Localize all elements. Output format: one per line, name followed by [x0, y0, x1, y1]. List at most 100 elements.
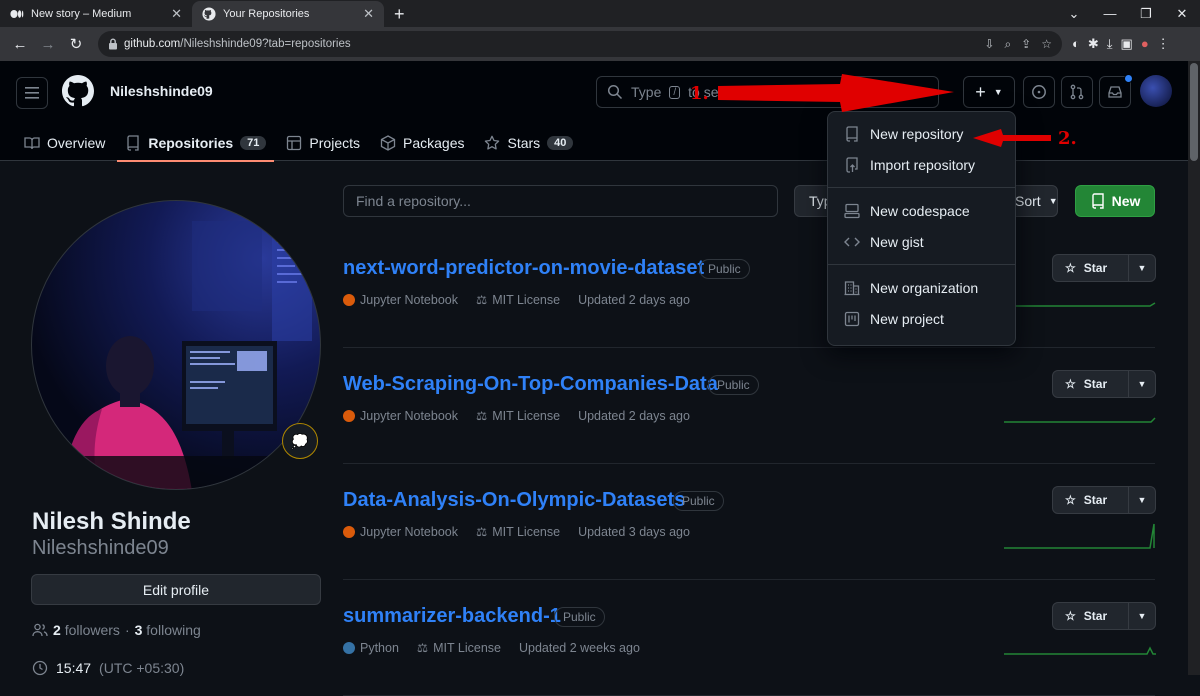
reload-icon[interactable]: ↻ [64, 32, 88, 56]
annotation-arrow-2 [973, 129, 1051, 147]
tab-search-icon[interactable]: ⌄ [1056, 6, 1092, 22]
hamburger-menu-button[interactable] [16, 77, 48, 109]
forward-icon[interactable]: → [36, 32, 60, 56]
restore-icon[interactable]: ❐ [1128, 6, 1164, 22]
star-list-dropdown[interactable]: ▼ [1129, 611, 1155, 621]
repo-name-link[interactable]: Data-Analysis-On-Olympic-Datasets [343, 489, 685, 512]
puzzle-icon[interactable]: ✱ [1088, 36, 1099, 52]
user-avatar[interactable] [1140, 75, 1172, 107]
browser-tab-repositories[interactable]: Your Repositories ✕ [192, 1, 384, 27]
tab-repositories[interactable]: Repositories 71 [117, 124, 275, 162]
repo-count-badge: 71 [240, 135, 267, 150]
visibility-badge: Public [708, 375, 759, 395]
license-name: MIT License [492, 292, 561, 307]
zoom-icon[interactable]: ⌕ [1004, 37, 1011, 52]
profile-full-name: Nilesh Shinde [32, 508, 191, 535]
star-list-dropdown[interactable]: ▼ [1129, 263, 1155, 273]
close-window-icon[interactable]: ✕ [1164, 6, 1200, 22]
tab-title: New story – Medium [31, 8, 132, 20]
share-icon[interactable]: ⇪ [1021, 37, 1031, 52]
sort-label: Sort [1015, 193, 1041, 209]
create-new-button[interactable]: + ▼ [963, 76, 1015, 108]
profile-avatar[interactable] [31, 200, 321, 490]
repo-list-item: Web-Scraping-On-Top-Companies-Data Publi… [343, 348, 1156, 464]
new-repository-button[interactable]: New [1075, 185, 1155, 217]
close-tab-icon[interactable]: ✕ [363, 6, 374, 22]
star-icon [485, 135, 500, 150]
license-name: MIT License [492, 524, 561, 539]
browser-toolbar: ← → ↻ github.com/Nileshshinde09?tab=repo… [0, 27, 1200, 61]
pull-requests-button[interactable] [1061, 76, 1093, 108]
menu-item-new-gist[interactable]: New gist [828, 226, 1015, 257]
repo-name-link[interactable]: next-word-predictor-on-movie-dataset [343, 257, 704, 280]
repo-updated: Updated 3 days ago [578, 524, 690, 539]
issues-button[interactable] [1023, 76, 1055, 108]
bookmark-star-icon[interactable]: ☆ [1041, 37, 1052, 52]
star-list-dropdown[interactable]: ▼ [1129, 495, 1155, 505]
visibility-badge: Public [699, 259, 750, 279]
context-username[interactable]: Nileshshinde09 [110, 83, 213, 99]
download-icon[interactable]: ⤓ [1107, 36, 1113, 52]
annotation-arrow-1 [718, 74, 954, 112]
following-count: 3 [134, 622, 143, 638]
clock-icon [32, 660, 48, 676]
new-tab-button[interactable]: + [384, 1, 415, 27]
language-color-dot [343, 409, 355, 422]
tab-label: Overview [47, 134, 106, 151]
menu-item-new-project[interactable]: New project [828, 303, 1015, 334]
repo-list-item: Data-Analysis-On-Olympic-Datasets Public… [343, 464, 1156, 580]
inbox-icon [1108, 86, 1122, 98]
code-icon [844, 237, 860, 246]
page-scrollbar[interactable] [1188, 61, 1200, 675]
menu-item-label: New project [870, 310, 944, 327]
tab-stars[interactable]: Stars 40 [476, 124, 581, 161]
law-icon: ⚖ [475, 409, 488, 423]
repo-list-item: next-word-predictor-on-movie-dataset Pub… [343, 232, 1156, 348]
medium-icon [10, 7, 24, 21]
minimize-icon[interactable]: — [1092, 6, 1128, 21]
star-button[interactable]: ☆ Star ▼ [1052, 602, 1156, 630]
tab-overview[interactable]: Overview [16, 124, 113, 161]
sidepanel-icon[interactable]: ▣ [1121, 36, 1133, 52]
menu-item-new-codespace[interactable]: New codespace [828, 195, 1015, 226]
caret-down-icon: ▼ [1137, 495, 1147, 505]
visibility-badge: Public [673, 491, 724, 511]
install-app-icon[interactable]: ⇩ [984, 37, 994, 52]
profile-photo-illustration [32, 221, 320, 489]
language-color-dot [343, 293, 355, 306]
tab-projects[interactable]: Projects [278, 124, 368, 161]
star-button[interactable]: ☆ Star ▼ [1052, 486, 1156, 514]
profile-icon[interactable]: ● [1141, 36, 1149, 52]
following-link[interactable]: 3 following [135, 622, 201, 638]
browser-tab-medium[interactable]: New story – Medium ✕ [0, 1, 192, 27]
menu-item-import-repository[interactable]: Import repository [828, 149, 1015, 180]
address-bar[interactable]: github.com/Nileshshinde09?tab=repositori… [98, 31, 1062, 57]
close-tab-icon[interactable]: ✕ [171, 6, 182, 22]
license-name: MIT License [433, 640, 501, 655]
star-button[interactable]: ☆ Star ▼ [1052, 370, 1156, 398]
back-icon[interactable]: ← [8, 32, 32, 56]
status-emoji-button[interactable]: 💭 [282, 423, 318, 459]
tab-packages[interactable]: Packages [372, 124, 472, 161]
menu-item-label: New gist [870, 233, 924, 250]
followers-link[interactable]: 2 followers [53, 622, 120, 638]
menu-item-new-organization[interactable]: New organization [828, 272, 1015, 303]
repo-icon [1091, 193, 1104, 209]
repo-language: Python [343, 641, 399, 655]
star-button[interactable]: ☆ Star ▼ [1052, 254, 1156, 282]
github-logo-icon[interactable] [62, 75, 94, 107]
find-repository-input[interactable]: Find a repository... [343, 185, 778, 217]
menu-divider [828, 264, 1015, 265]
timezone: (UTC +05:30) [99, 660, 185, 676]
organization-icon [844, 280, 860, 295]
menu-dots-icon[interactable]: ⋮ [1157, 36, 1170, 52]
repo-name-link[interactable]: summarizer-backend-1 [343, 605, 561, 628]
edit-profile-button[interactable]: Edit profile [31, 574, 321, 605]
repo-language: Jupyter Notebook [343, 293, 458, 307]
extension-icon[interactable]: ◐ [1072, 36, 1080, 52]
star-list-dropdown[interactable]: ▼ [1129, 379, 1155, 389]
star-label: Star [1083, 493, 1108, 507]
project-icon [844, 311, 860, 326]
repo-name-link[interactable]: Web-Scraping-On-Top-Companies-Data [343, 373, 718, 396]
scrollbar-thumb[interactable] [1190, 63, 1198, 161]
